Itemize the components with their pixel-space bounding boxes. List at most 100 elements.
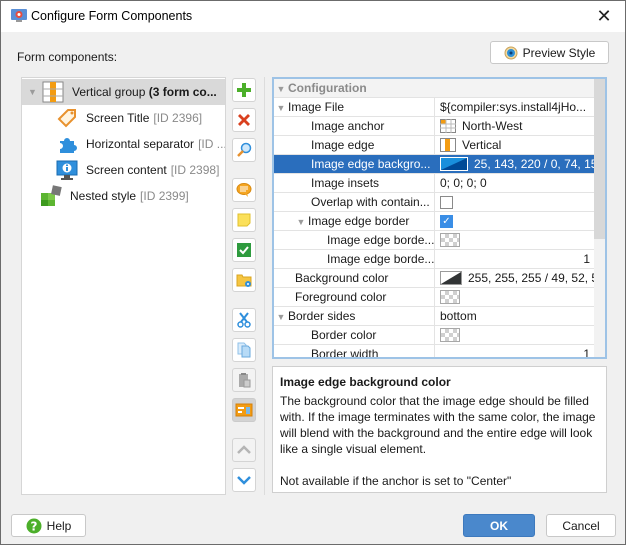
expand-triangle-icon[interactable]: ▼ [28, 87, 38, 97]
tree-item-label: Vertical group (3 form co... [72, 85, 217, 99]
image-edge-border-checkbox[interactable]: ✓ [440, 214, 453, 228]
property-row-image-insets[interactable]: Image insets 0; 0; 0; 0 [274, 174, 594, 193]
divider [264, 77, 265, 495]
property-value[interactable]: 255, 255, 255 / 49, 52, 53 [468, 269, 594, 287]
description-body: The background color that the image edge… [280, 394, 596, 456]
scrollbar-thumb[interactable] [594, 79, 605, 239]
preview-style-label: Preview Style [522, 45, 596, 60]
copy-icon [237, 342, 251, 358]
paste-icon [239, 373, 251, 388]
property-value[interactable]: 25, 143, 220 / 0, 74, 151 [474, 155, 594, 173]
move-up-button[interactable] [232, 438, 256, 462]
form-components-tree[interactable]: ▼ Vertical group (3 form co... Screen Ti… [21, 77, 226, 495]
anchor-grid-icon [440, 119, 456, 133]
transparent-color-icon[interactable] [440, 233, 460, 247]
folder-button[interactable] [232, 268, 256, 292]
property-row-foreground-color[interactable]: Foreground color [274, 288, 594, 307]
tree-item-screen-title[interactable]: Screen Title [ID 2396] [22, 105, 225, 131]
preview-style-button[interactable]: Preview Style [490, 41, 609, 64]
monitor-info-icon [56, 160, 78, 180]
chevron-down-icon [237, 476, 251, 485]
property-row-image-edge[interactable]: Image edge Vertical [274, 136, 594, 155]
comment-button[interactable] [232, 178, 256, 202]
help-button[interactable]: ? Help [11, 514, 86, 537]
paste-button[interactable] [232, 368, 256, 392]
property-value[interactable]: ${compiler:sys.install4jHo... [440, 98, 586, 116]
property-value[interactable]: bottom [440, 307, 477, 325]
transparent-color-icon[interactable] [440, 290, 460, 304]
tag-icon [57, 109, 76, 128]
check-button[interactable] [232, 238, 256, 262]
property-value[interactable]: North-West [462, 117, 522, 135]
description-title: Image edge background color [280, 375, 451, 389]
cut-button[interactable] [232, 308, 256, 332]
svg-text:?: ? [30, 519, 37, 533]
collapse-triangle-icon[interactable]: ▼ [294, 213, 308, 230]
property-description: Image edge background color The backgrou… [272, 366, 607, 493]
ok-button[interactable]: OK [463, 514, 535, 537]
property-row-image-edge-background[interactable]: Image edge backgro... 25, 143, 220 / 0, … [274, 155, 594, 174]
overlap-checkbox[interactable] [440, 195, 453, 209]
window-title: Configure Form Components [31, 9, 193, 23]
property-row-border-sides[interactable]: ▼ Border sides bottom [274, 307, 594, 326]
properties-grid[interactable]: ▼ Configuration ▼ Image File ${compiler:sy… [272, 77, 607, 359]
property-row-border-width[interactable]: Border width 1 [274, 345, 594, 357]
app-icon [11, 9, 27, 22]
cancel-button[interactable]: Cancel [546, 514, 616, 537]
property-value[interactable]: 1 [583, 250, 590, 268]
vertical-group-icon [42, 81, 64, 103]
description-note: Not available if the anchor is set to "C… [280, 474, 512, 488]
copy-button[interactable] [232, 338, 256, 362]
property-row-image-file[interactable]: ▼ Image File ${compiler:sys.install4jHo..… [274, 98, 594, 117]
transparent-color-icon[interactable] [440, 328, 460, 342]
ok-label: OK [490, 518, 508, 533]
property-row-overlap[interactable]: Overlap with contain... [274, 193, 594, 212]
configure-form-components-dialog: Configure Form Components ✕ Form compone… [0, 0, 626, 545]
delete-button[interactable] [232, 108, 256, 132]
collapse-triangle-icon[interactable]: ▼ [274, 80, 288, 97]
tree-item-screen-content[interactable]: Screen content [ID 2398] [22, 157, 225, 183]
property-row-image-anchor[interactable]: Image anchor North-West [274, 117, 594, 136]
close-icon[interactable]: ✕ [593, 5, 615, 27]
add-button[interactable] [232, 78, 256, 102]
form-components-label: Form components: [17, 50, 118, 64]
collapse-triangle-icon[interactable]: ▼ [274, 99, 288, 116]
collapse-triangle-icon[interactable]: ▼ [274, 308, 288, 325]
form-preview-icon [235, 403, 253, 417]
color-swatch-icon [440, 157, 468, 171]
tree-item-nested-style[interactable]: Nested style [ID 2399] [22, 183, 225, 209]
property-row-image-edge-border-color[interactable]: Image edge borde... [274, 231, 594, 250]
scissors-icon [237, 312, 251, 328]
color-swatch-icon [440, 271, 462, 285]
properties-scrollbar[interactable] [594, 79, 605, 357]
property-row-image-edge-border-width[interactable]: Image edge borde... 1 [274, 250, 594, 269]
property-value[interactable]: 0; 0; 0; 0 [440, 174, 487, 192]
tree-item-horizontal-separator[interactable]: Horizontal separator [ID ... [22, 131, 225, 157]
tree-item-vertical-group[interactable]: ▼ Vertical group (3 form co... [22, 79, 225, 105]
title-bar: Configure Form Components ✕ [1, 1, 625, 32]
folder-gear-icon [236, 274, 252, 287]
category-configuration[interactable]: ▼ Configuration [274, 79, 594, 98]
help-icon: ? [26, 518, 42, 533]
delete-x-icon [238, 114, 250, 126]
magnifier-icon [237, 142, 252, 157]
note-button[interactable] [232, 208, 256, 232]
property-row-border-color[interactable]: Border color [274, 326, 594, 345]
help-label: Help [46, 518, 72, 533]
vertical-edge-icon [440, 138, 456, 152]
nested-style-icon [41, 185, 62, 206]
property-value[interactable]: Vertical [462, 136, 501, 154]
comment-bubble-icon [236, 183, 252, 197]
property-value[interactable]: 1 [583, 345, 590, 357]
property-row-background-color[interactable]: Background color 255, 255, 255 / 49, 52,… [274, 269, 594, 288]
cancel-label: Cancel [562, 518, 600, 533]
search-button[interactable] [232, 138, 256, 162]
eye-icon [504, 46, 518, 59]
move-down-button[interactable] [232, 468, 256, 492]
property-row-image-edge-border[interactable]: ▼ Image edge border ✓ [274, 212, 594, 231]
checkmark-icon [237, 243, 251, 257]
sticky-note-icon [237, 213, 251, 227]
puzzle-icon [60, 138, 77, 153]
form-preview-button[interactable] [232, 398, 256, 422]
plus-icon [237, 83, 251, 97]
